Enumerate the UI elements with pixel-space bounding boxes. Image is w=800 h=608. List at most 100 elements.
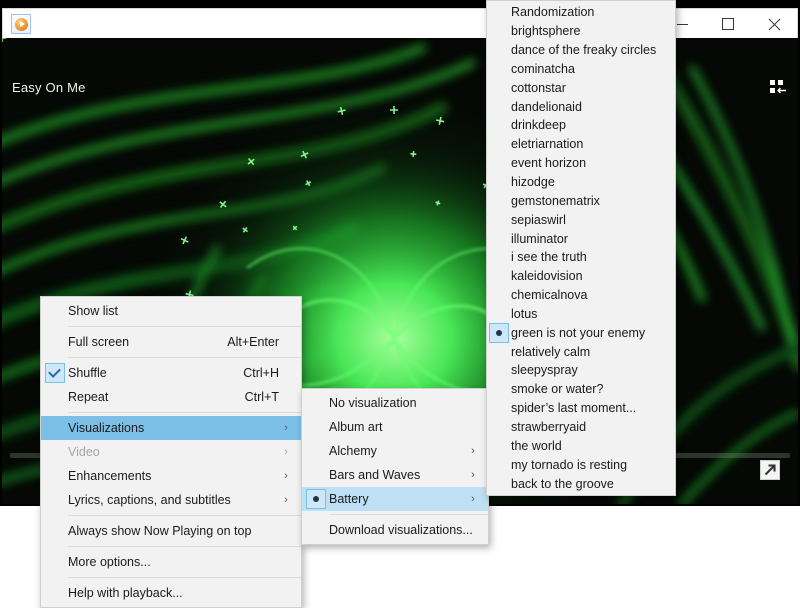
menu-item-label: kaleidovision <box>511 269 583 284</box>
context-menu-item-visualizations[interactable]: Visualizations › <box>41 416 301 440</box>
context-menu-item-shuffle[interactable]: Shuffle Ctrl+H <box>41 361 301 385</box>
menu-item-label: dandelionaid <box>511 99 582 114</box>
battery-menu-item-relatively-calm[interactable]: relatively calm <box>487 342 675 361</box>
battery-menu-item-cominatcha[interactable]: cominatcha <box>487 60 675 79</box>
menu-item-label: strawberryaid <box>511 419 587 434</box>
menu-item-label: Always show Now Playing on top <box>68 524 252 538</box>
menu-item-label: Enhancements <box>68 469 152 483</box>
menu-separator <box>68 577 301 578</box>
check-icon <box>41 363 68 383</box>
battery-menu-item-chemicalnova[interactable]: chemicalnova <box>487 286 675 305</box>
menu-item-label: green is not your enemy <box>511 325 646 340</box>
menu-separator <box>68 515 301 516</box>
visualizations-menu-item-no-visualization[interactable]: No visualization <box>302 391 488 415</box>
context-menu-item-lyrics-captions-and-subtitles[interactable]: Lyrics, captions, and subtitles › <box>41 488 301 512</box>
visualizations-menu-item-bars-and-waves[interactable]: Bars and Waves › <box>302 463 488 487</box>
battery-menu-item-dance-of-the-freaky-circles[interactable]: dance of the freaky circles <box>487 41 675 60</box>
menu-item-label: relatively calm <box>511 344 591 359</box>
menu-item-label: Video <box>68 445 100 459</box>
context-menu-item-always-show-now-playing-on-top[interactable]: Always show Now Playing on top <box>41 519 301 543</box>
chevron-right-icon: › <box>284 470 288 482</box>
menu-item-label: the world <box>511 438 562 453</box>
menu-item-shortcut: Ctrl+T <box>244 390 279 404</box>
context-menu-item-video: Video › <box>41 440 301 464</box>
battery-menu-item-lotus[interactable]: lotus <box>487 305 675 324</box>
battery-submenu: Randomization brightsphere dance of the fr… <box>486 0 676 496</box>
battery-menu-item-back-to-the-groove[interactable]: back to the groove <box>487 474 675 493</box>
context-menu-item-more-options[interactable]: More options... <box>41 550 301 574</box>
menu-item-label: eletriarnation <box>511 137 584 152</box>
visualizations-menu-item-album-art[interactable]: Album art <box>302 415 488 439</box>
battery-menu-item-strawberryaid[interactable]: strawberryaid <box>487 418 675 437</box>
battery-menu-item-event-horizon[interactable]: event horizon <box>487 154 675 173</box>
visualizations-menu-item-battery[interactable]: Battery › <box>302 487 488 511</box>
context-menu-item-enhancements[interactable]: Enhancements › <box>41 464 301 488</box>
menu-item-shortcut: Ctrl+H <box>243 366 279 380</box>
battery-menu-item-cottonstar[interactable]: cottonstar <box>487 78 675 97</box>
menu-item-label: drinkdeep <box>511 118 566 133</box>
context-menu-item-full-screen[interactable]: Full screen Alt+Enter <box>41 330 301 354</box>
battery-menu-item-kaleidovision[interactable]: kaleidovision <box>487 267 675 286</box>
context-menu-item-repeat[interactable]: Repeat Ctrl+T <box>41 385 301 409</box>
menu-item-label: brightsphere <box>511 24 581 39</box>
battery-menu-item-green-is-not-your-enemy[interactable]: green is not your enemy <box>487 322 675 343</box>
chevron-right-icon: › <box>284 422 288 434</box>
desktop-background: Easy On Me Show list Full screen Alt+Enter… <box>0 0 800 608</box>
radio-selected-icon <box>487 322 511 343</box>
battery-menu-item-gemstonematrix[interactable]: gemstonematrix <box>487 191 675 210</box>
menu-item-label: lotus <box>511 306 538 321</box>
menu-item-label: Repeat <box>68 390 109 404</box>
full-screen-icon[interactable] <box>760 460 780 480</box>
menu-item-label: spider’s last moment... <box>511 401 637 416</box>
menu-item-label: i see the truth <box>511 250 587 265</box>
menu-item-label: More options... <box>68 555 151 569</box>
menu-separator <box>68 546 301 547</box>
now-playing-context-menu: Show list Full screen Alt+Enter Shuffle Ctrl… <box>40 296 302 608</box>
battery-menu-item-spider-s-last-moment[interactable]: spider’s last moment... <box>487 399 675 418</box>
menu-item-label: illuminator <box>511 231 568 246</box>
menu-item-label: Lyrics, captions, and subtitles <box>68 493 231 507</box>
battery-menu-item-dandelionaid[interactable]: dandelionaid <box>487 97 675 116</box>
battery-menu-item-eletriarnation[interactable]: eletriarnation <box>487 135 675 154</box>
battery-menu-item-sepiaswirl[interactable]: sepiaswirl <box>487 210 675 229</box>
battery-menu-item-my-tornado-is-resting[interactable]: my tornado is resting <box>487 455 675 474</box>
media-player-icon <box>11 14 31 34</box>
battery-menu-item-randomization[interactable]: Randomization <box>487 3 675 22</box>
menu-item-label: cottonstar <box>511 80 566 95</box>
menu-item-label: sleepyspray <box>511 363 578 378</box>
menu-item-shortcut: Alt+Enter <box>227 335 279 349</box>
battery-menu-item-drinkdeep[interactable]: drinkdeep <box>487 116 675 135</box>
battery-menu-item-hizodge[interactable]: hizodge <box>487 173 675 192</box>
close-icon <box>768 18 780 30</box>
menu-item-label: Full screen <box>68 335 130 349</box>
battery-menu-item-illuminator[interactable]: illuminator <box>487 229 675 248</box>
menu-item-label: back to the groove <box>511 476 614 491</box>
visualizations-menu-item-download-visualizations[interactable]: Download visualizations... <box>302 518 488 542</box>
visualizations-menu-item-alchemy[interactable]: Alchemy › <box>302 439 488 463</box>
menu-item-label: Alchemy <box>329 444 377 458</box>
battery-menu-item-the-world[interactable]: the world <box>487 436 675 455</box>
menu-item-label: Download visualizations... <box>329 523 473 537</box>
title-bar <box>2 8 798 39</box>
menu-separator <box>68 357 301 358</box>
menu-item-label: smoke or water? <box>511 382 604 397</box>
menu-item-label: hizodge <box>511 175 555 190</box>
context-menu-item-help-with-playback[interactable]: Help with playback... <box>41 581 301 605</box>
close-button[interactable] <box>751 9 797 39</box>
context-menu-item-show-list[interactable]: Show list <box>41 299 301 323</box>
visualizations-submenu: No visualization Album art Alchemy › Bars an… <box>301 388 489 545</box>
track-title: Easy On Me <box>12 80 86 95</box>
chevron-right-icon: › <box>471 469 475 481</box>
menu-item-label: sepiaswirl <box>511 212 566 227</box>
battery-menu-item-sleepyspray[interactable]: sleepyspray <box>487 361 675 380</box>
menu-item-label: gemstonematrix <box>511 193 600 208</box>
battery-menu-item-smoke-or-water[interactable]: smoke or water? <box>487 380 675 399</box>
maximize-button[interactable] <box>705 9 751 39</box>
battery-menu-item-brightsphere[interactable]: brightsphere <box>487 22 675 41</box>
menu-item-label: Help with playback... <box>68 586 183 600</box>
switch-to-library-icon[interactable] <box>770 80 788 96</box>
menu-item-label: dance of the freaky circles <box>511 43 657 58</box>
menu-item-label: Bars and Waves <box>329 468 421 482</box>
battery-menu-item-i-see-the-truth[interactable]: i see the truth <box>487 248 675 267</box>
menu-item-label: No visualization <box>329 396 417 410</box>
